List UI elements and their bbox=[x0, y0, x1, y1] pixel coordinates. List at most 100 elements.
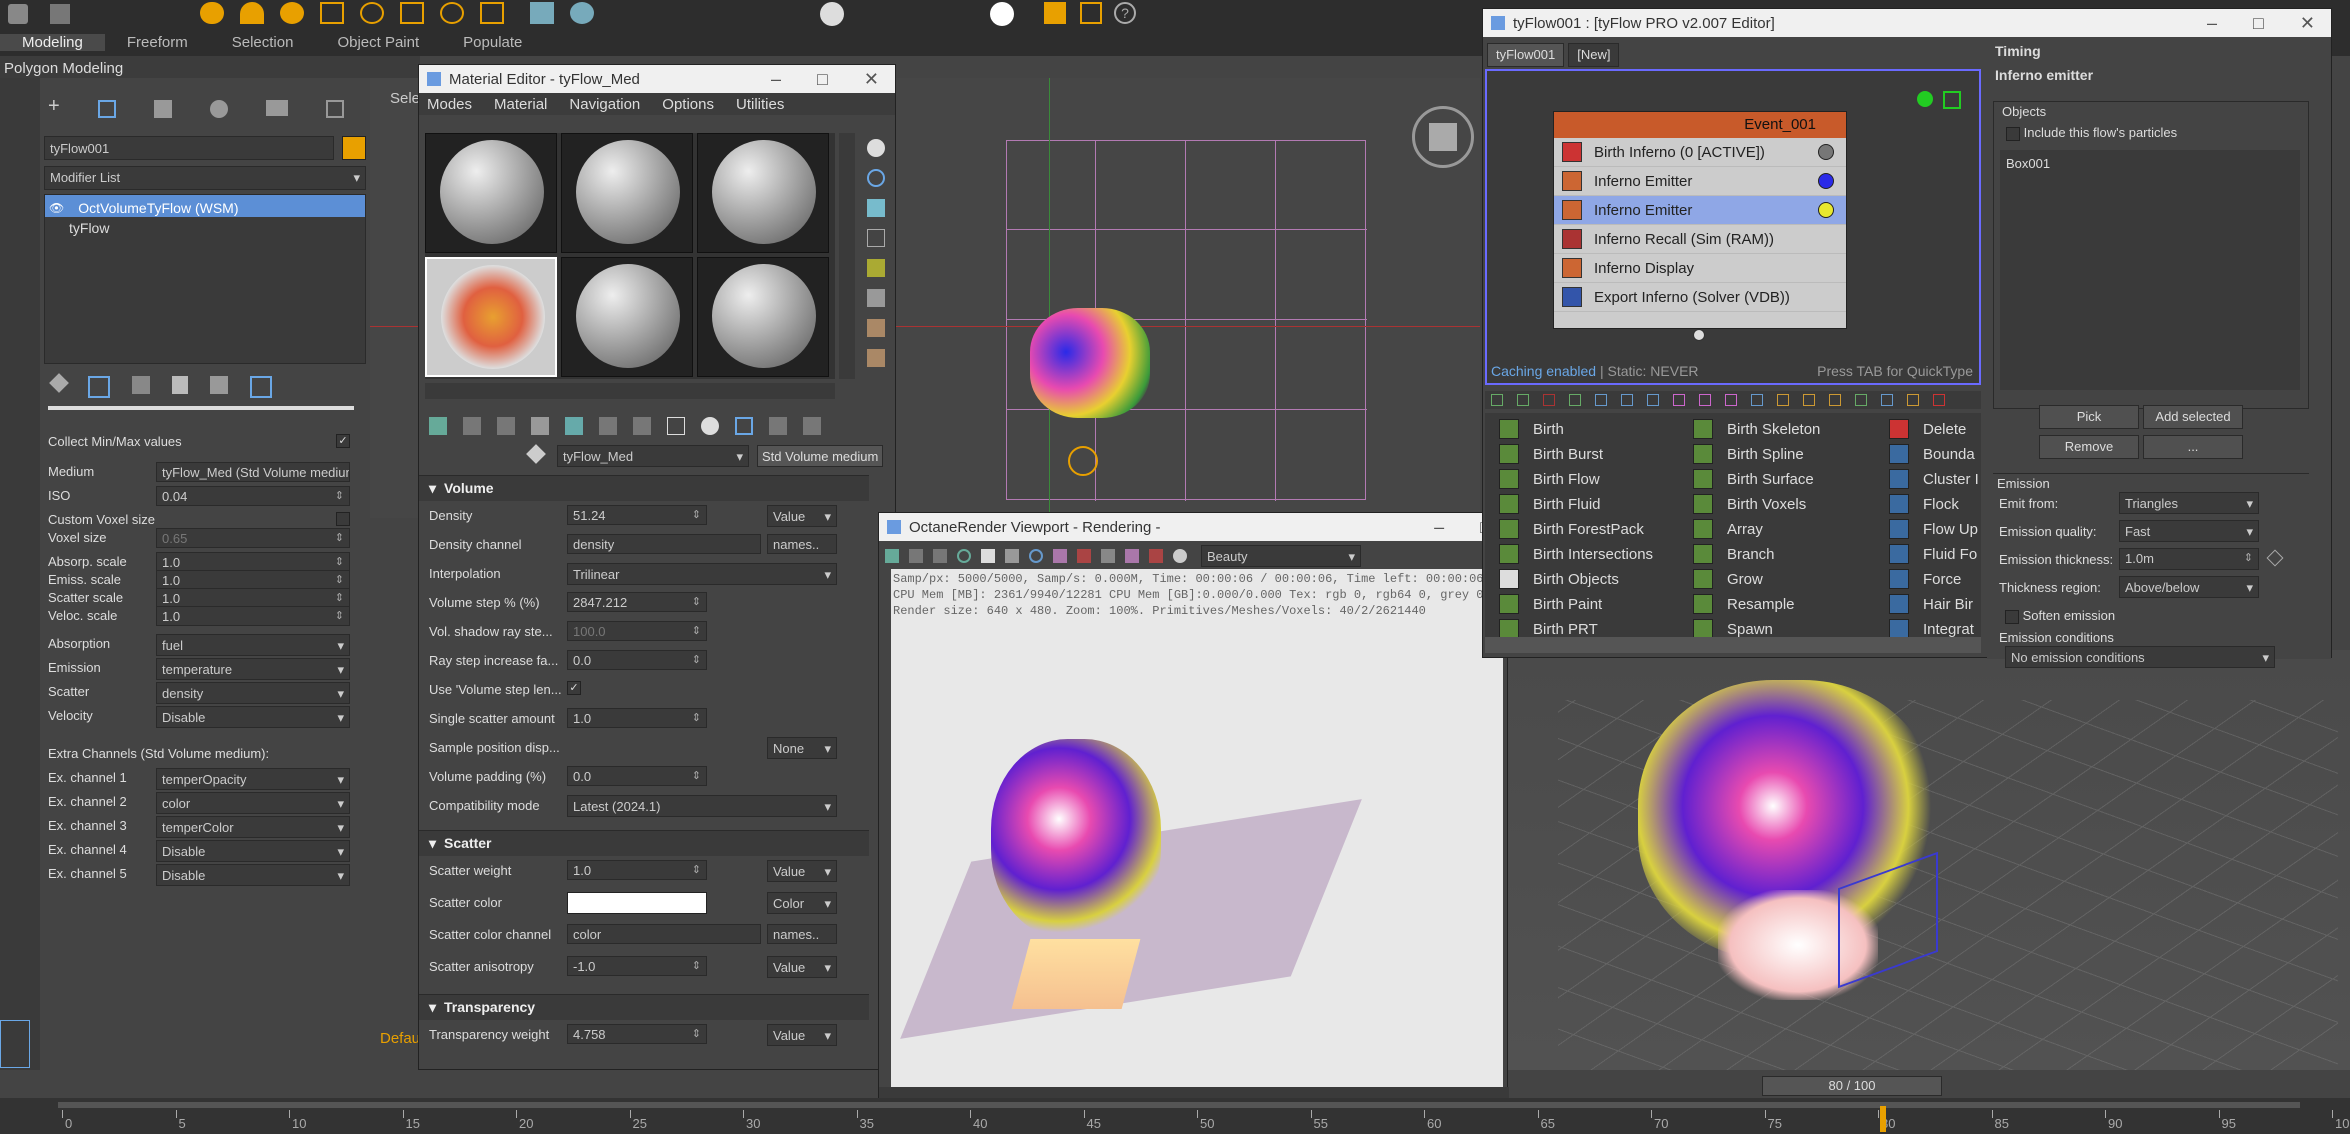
help-icon[interactable]: ? bbox=[1114, 2, 1136, 24]
configure-icon[interactable] bbox=[210, 376, 228, 394]
material-param-value[interactable]: 1.0 bbox=[567, 708, 707, 728]
depot-operator[interactable]: Flow Up bbox=[1889, 519, 1978, 539]
more-button[interactable]: ... bbox=[2143, 435, 2243, 459]
depot-operator[interactable]: Cluster I bbox=[1889, 469, 1979, 489]
keyframe-icon[interactable] bbox=[2266, 549, 2284, 567]
time-cursor[interactable] bbox=[1880, 1106, 1886, 1132]
material-param-value[interactable]: 4.758 bbox=[567, 1024, 707, 1044]
menu-material[interactable]: Material bbox=[494, 96, 547, 113]
focus-picker-icon[interactable] bbox=[1149, 549, 1163, 563]
depot-operator[interactable]: Bounda bbox=[1889, 444, 1975, 464]
preview-icon[interactable] bbox=[867, 289, 885, 307]
list-icon[interactable] bbox=[250, 376, 272, 398]
stack-item-octvolume[interactable]: 👁 OctVolumeTyFlow (WSM) bbox=[45, 195, 365, 217]
event-operator[interactable]: Inferno Recall (Sim (RAM)) bbox=[1554, 225, 1846, 254]
display-tab-icon[interactable] bbox=[265, 100, 288, 116]
depot-operator[interactable]: Fluid Fo bbox=[1889, 544, 1977, 564]
put-library-icon[interactable] bbox=[633, 417, 651, 435]
motion-tab-icon[interactable] bbox=[209, 100, 228, 118]
material-param-mode[interactable]: Value bbox=[767, 1024, 837, 1046]
event-operator[interactable]: Inferno Emitter bbox=[1554, 196, 1846, 225]
emit-from-dropdown[interactable]: Triangles bbox=[2119, 492, 2259, 514]
restart-icon[interactable] bbox=[957, 549, 971, 563]
flow-tab-new[interactable]: [New] bbox=[1568, 43, 1620, 67]
thickness-region-dropdown[interactable]: Above/below bbox=[2119, 576, 2259, 598]
operator-category-icon[interactable] bbox=[1491, 394, 1503, 406]
backlight-icon[interactable] bbox=[867, 169, 885, 187]
material-editor-titlebar[interactable]: Material Editor - tyFlow_Med – □ ✕ bbox=[419, 65, 895, 93]
flow-graph[interactable]: Event_001 Birth Inferno (0 [ACTIVE]) Infe… bbox=[1485, 69, 1981, 385]
depot-operator[interactable]: Birth PRT bbox=[1499, 619, 1598, 639]
extra-channel-dropdown[interactable]: temperOpacity bbox=[156, 768, 350, 790]
add-selected-button[interactable]: Add selected bbox=[2143, 405, 2243, 429]
flow-tab[interactable]: tyFlow001 bbox=[1487, 43, 1565, 67]
object-name-field[interactable]: tyFlow001 bbox=[44, 136, 334, 160]
viewcube[interactable] bbox=[1412, 106, 1474, 168]
depot-operator[interactable]: Birth Intersections bbox=[1499, 544, 1653, 564]
depot-operator[interactable]: Birth Paint bbox=[1499, 594, 1602, 614]
options-icon[interactable] bbox=[867, 319, 885, 337]
select-by-material-icon[interactable] bbox=[867, 349, 885, 367]
object-list-item[interactable]: Box001 bbox=[2000, 150, 2300, 177]
toolbar-icon[interactable] bbox=[50, 4, 70, 24]
copy-icon[interactable] bbox=[565, 417, 583, 435]
toolbar-icon[interactable] bbox=[570, 2, 594, 24]
modifier-list-dropdown[interactable]: Modifier List bbox=[44, 166, 366, 190]
param-value[interactable]: 1.0 bbox=[156, 552, 350, 572]
transparency-rollout[interactable]: ▾ Transparency bbox=[419, 994, 869, 1020]
clay-icon[interactable] bbox=[909, 549, 923, 563]
object-color-swatch[interactable] bbox=[342, 136, 366, 160]
vray-icon[interactable] bbox=[990, 2, 1014, 26]
material-id-icon[interactable] bbox=[667, 417, 685, 435]
sample-slot[interactable] bbox=[561, 133, 693, 253]
scatter-color-swatch[interactable] bbox=[567, 892, 707, 914]
param-value[interactable]: density bbox=[156, 682, 350, 704]
pick-button[interactable]: Pick bbox=[2039, 405, 2139, 429]
operator-category-icon[interactable] bbox=[1777, 394, 1789, 406]
material-param-mode[interactable]: None bbox=[767, 737, 837, 759]
depot-operator[interactable]: Birth Flow bbox=[1499, 469, 1600, 489]
inferno-emitter-rollout[interactable]: Inferno emitter bbox=[1987, 63, 2331, 87]
material-param-mode[interactable]: Value bbox=[767, 505, 837, 527]
material-name-field[interactable]: tyFlow_Med bbox=[557, 445, 749, 467]
depot-operator[interactable]: Birth Objects bbox=[1499, 569, 1619, 589]
tab-selection[interactable]: Selection bbox=[210, 34, 316, 51]
operator-category-icon[interactable] bbox=[1751, 394, 1763, 406]
material-param-value[interactable]: 51.24 bbox=[567, 505, 707, 525]
extra-channel-dropdown[interactable]: temperColor bbox=[156, 816, 350, 838]
sample-slot[interactable] bbox=[697, 257, 829, 377]
include-flow-checkbox[interactable] bbox=[2006, 126, 2020, 141]
toolbar-icon[interactable] bbox=[360, 2, 384, 24]
depot-scrollbar[interactable] bbox=[1485, 637, 1981, 653]
depot-operator[interactable]: Array bbox=[1693, 519, 1763, 539]
material-param-value[interactable]: 100.0 bbox=[567, 621, 707, 641]
material-param-value[interactable]: color bbox=[567, 924, 761, 944]
material-param-mode[interactable]: Value bbox=[767, 860, 837, 882]
frame-counter[interactable]: 80 / 100 bbox=[1762, 1076, 1942, 1096]
depot-operator[interactable]: Branch bbox=[1693, 544, 1775, 564]
param-value[interactable]: 1.0 bbox=[156, 570, 350, 590]
toolbar-icon[interactable] bbox=[530, 2, 554, 24]
utilities-tab-icon[interactable] bbox=[325, 100, 344, 118]
sample-slot[interactable] bbox=[425, 133, 557, 253]
display-color-dot[interactable] bbox=[1818, 202, 1834, 218]
param-value[interactable]: 1.0 bbox=[156, 588, 350, 608]
param-value[interactable]: temperature bbox=[156, 658, 350, 680]
refresh-icon[interactable] bbox=[1029, 549, 1043, 563]
event-operator[interactable]: Birth Inferno (0 [ACTIVE]) bbox=[1554, 138, 1846, 167]
toolbar-icon[interactable] bbox=[440, 2, 464, 24]
depot-operator[interactable]: Delete bbox=[1889, 419, 1966, 439]
depot-operator[interactable]: Spawn bbox=[1693, 619, 1773, 639]
toolbar-icon[interactable] bbox=[280, 2, 304, 24]
toolbar-icon[interactable] bbox=[240, 2, 264, 24]
reset-icon[interactable] bbox=[531, 417, 549, 435]
render-output[interactable]: Samp/px: 5000/5000, Samp/s: 0.000M, Time… bbox=[891, 569, 1563, 1129]
reset-sim-icon[interactable] bbox=[1943, 91, 1961, 109]
event-title[interactable]: Event_001 bbox=[1554, 112, 1846, 138]
sample-slot[interactable] bbox=[697, 133, 829, 253]
material-param-value[interactable]: Trilinear bbox=[567, 563, 837, 585]
tab-modeling[interactable]: Modeling bbox=[0, 33, 105, 51]
sample-type-icon[interactable] bbox=[867, 139, 885, 157]
toolbar-icon[interactable] bbox=[200, 2, 224, 24]
viewport-label[interactable]: Sele bbox=[390, 90, 420, 107]
